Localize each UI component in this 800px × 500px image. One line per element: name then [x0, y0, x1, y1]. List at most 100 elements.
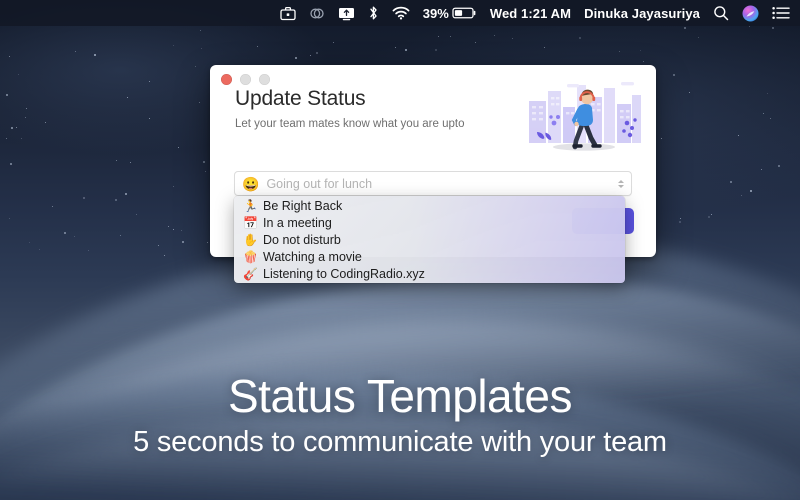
star	[129, 162, 131, 164]
star	[769, 118, 771, 120]
battery-percent-label: 39%	[422, 5, 449, 21]
star	[544, 46, 545, 48]
star	[763, 113, 764, 115]
star	[116, 159, 118, 161]
star	[8, 217, 10, 219]
dropdown-item-emoji-icon: 🍿	[243, 249, 258, 264]
status-templates-dropdown[interactable]: 🏃 Be Right Back 📅 In a meeting ✋ Do not distu…	[234, 196, 625, 283]
maximize-button[interactable]	[259, 74, 270, 85]
star	[195, 66, 197, 68]
star	[45, 122, 47, 124]
star	[125, 193, 128, 196]
dropdown-item[interactable]: 🎸 Listening to CodingRadio.xyz	[234, 265, 625, 282]
star	[437, 36, 439, 38]
star	[18, 74, 20, 76]
dropdown-item-label: Listening to CodingRadio.xyz	[263, 266, 425, 281]
wifi-icon[interactable]	[392, 6, 410, 20]
menubar-user-name[interactable]: Dinuka Jayasuriya	[584, 6, 700, 21]
star	[180, 229, 182, 231]
status-input-placeholder: Going out for lunch	[266, 176, 373, 191]
star	[200, 29, 202, 31]
close-button[interactable]	[221, 74, 232, 85]
star	[394, 47, 396, 49]
star	[511, 37, 513, 39]
control-center-icon[interactable]	[772, 6, 790, 20]
star	[333, 42, 335, 44]
window-traffic-lights	[221, 74, 270, 85]
dropdown-item-emoji-icon: ✋	[243, 232, 258, 247]
dropdown-item[interactable]: 🍿 Watching a movie	[234, 248, 625, 265]
star	[679, 218, 681, 220]
star	[710, 214, 712, 216]
search-icon[interactable]	[713, 5, 729, 21]
smiley-icon: 😀	[242, 175, 260, 192]
stepper-icon[interactable]	[618, 179, 624, 188]
siri-icon[interactable]	[742, 5, 759, 22]
star	[578, 37, 581, 40]
dropdown-item[interactable]: ✋ Do not disturb	[234, 231, 625, 248]
star	[474, 41, 476, 43]
star	[450, 35, 452, 37]
menubar-status-items: 39% Wed 1:21 AM Dinuka Jayasuriya	[280, 5, 790, 22]
star	[82, 196, 85, 199]
dropdown-item[interactable]: 📅 In a meeting	[234, 214, 625, 231]
creative-cloud-icon[interactable]	[309, 6, 325, 21]
battery-status[interactable]: 39%	[423, 6, 477, 21]
battery-icon	[452, 7, 476, 19]
star	[205, 170, 207, 172]
screen: 39% Wed 1:21 AM Dinuka Jayasuriya Update…	[0, 0, 800, 500]
dropdown-item-label: Do not disturb	[263, 232, 341, 247]
star	[64, 232, 67, 235]
dropdown-item-label: In a meeting	[263, 215, 332, 230]
caption-title: Status Templates	[227, 370, 573, 422]
star	[435, 49, 438, 52]
star	[172, 44, 174, 46]
dropdown-item[interactable]: 🏃 Be Right Back	[234, 197, 625, 214]
star	[256, 46, 258, 48]
star	[11, 127, 14, 130]
star	[309, 54, 311, 56]
star	[178, 146, 180, 148]
bluetooth-icon[interactable]	[368, 5, 379, 21]
star	[6, 93, 9, 96]
star	[157, 244, 159, 246]
star	[172, 186, 174, 188]
chevron-up-icon	[618, 179, 624, 183]
star	[679, 221, 682, 224]
menubar-clock[interactable]: Wed 1:21 AM	[490, 6, 571, 21]
star	[181, 240, 184, 243]
star	[688, 91, 690, 93]
minimize-button[interactable]	[240, 74, 251, 85]
star	[24, 116, 26, 118]
star	[149, 80, 151, 82]
star	[198, 101, 200, 103]
star	[15, 126, 17, 128]
star	[88, 250, 89, 252]
star	[642, 60, 644, 62]
star	[741, 194, 743, 196]
star	[8, 55, 10, 57]
dropdown-item-emoji-icon: 🎸	[243, 266, 258, 281]
dropdown-item-label: Be Right Back	[263, 198, 343, 213]
star	[639, 50, 641, 52]
dropdown-item-label: Watching a movie	[263, 249, 362, 264]
status-combo-box[interactable]: 😀 Going out for lunch	[234, 171, 632, 196]
window-header: Update Status Let your team mates know w…	[235, 87, 464, 130]
chevron-down-icon	[618, 184, 624, 188]
star	[207, 242, 209, 244]
briefcase-icon[interactable]	[280, 6, 296, 21]
star	[120, 234, 122, 236]
star	[136, 213, 138, 215]
star	[707, 216, 710, 219]
star	[748, 26, 750, 28]
star	[38, 248, 40, 250]
star	[767, 92, 769, 94]
airplay-display-icon[interactable]	[338, 6, 355, 21]
star	[778, 165, 781, 168]
star	[749, 190, 752, 192]
star	[316, 51, 319, 54]
walking-person-illustration	[527, 77, 642, 155]
caption-subtitle: 5 seconds to communicate with your team	[133, 426, 667, 459]
menu-bar: 39% Wed 1:21 AM Dinuka Jayasuriya	[0, 0, 800, 26]
page-subtitle: Let your team mates know what you are up…	[235, 118, 465, 130]
